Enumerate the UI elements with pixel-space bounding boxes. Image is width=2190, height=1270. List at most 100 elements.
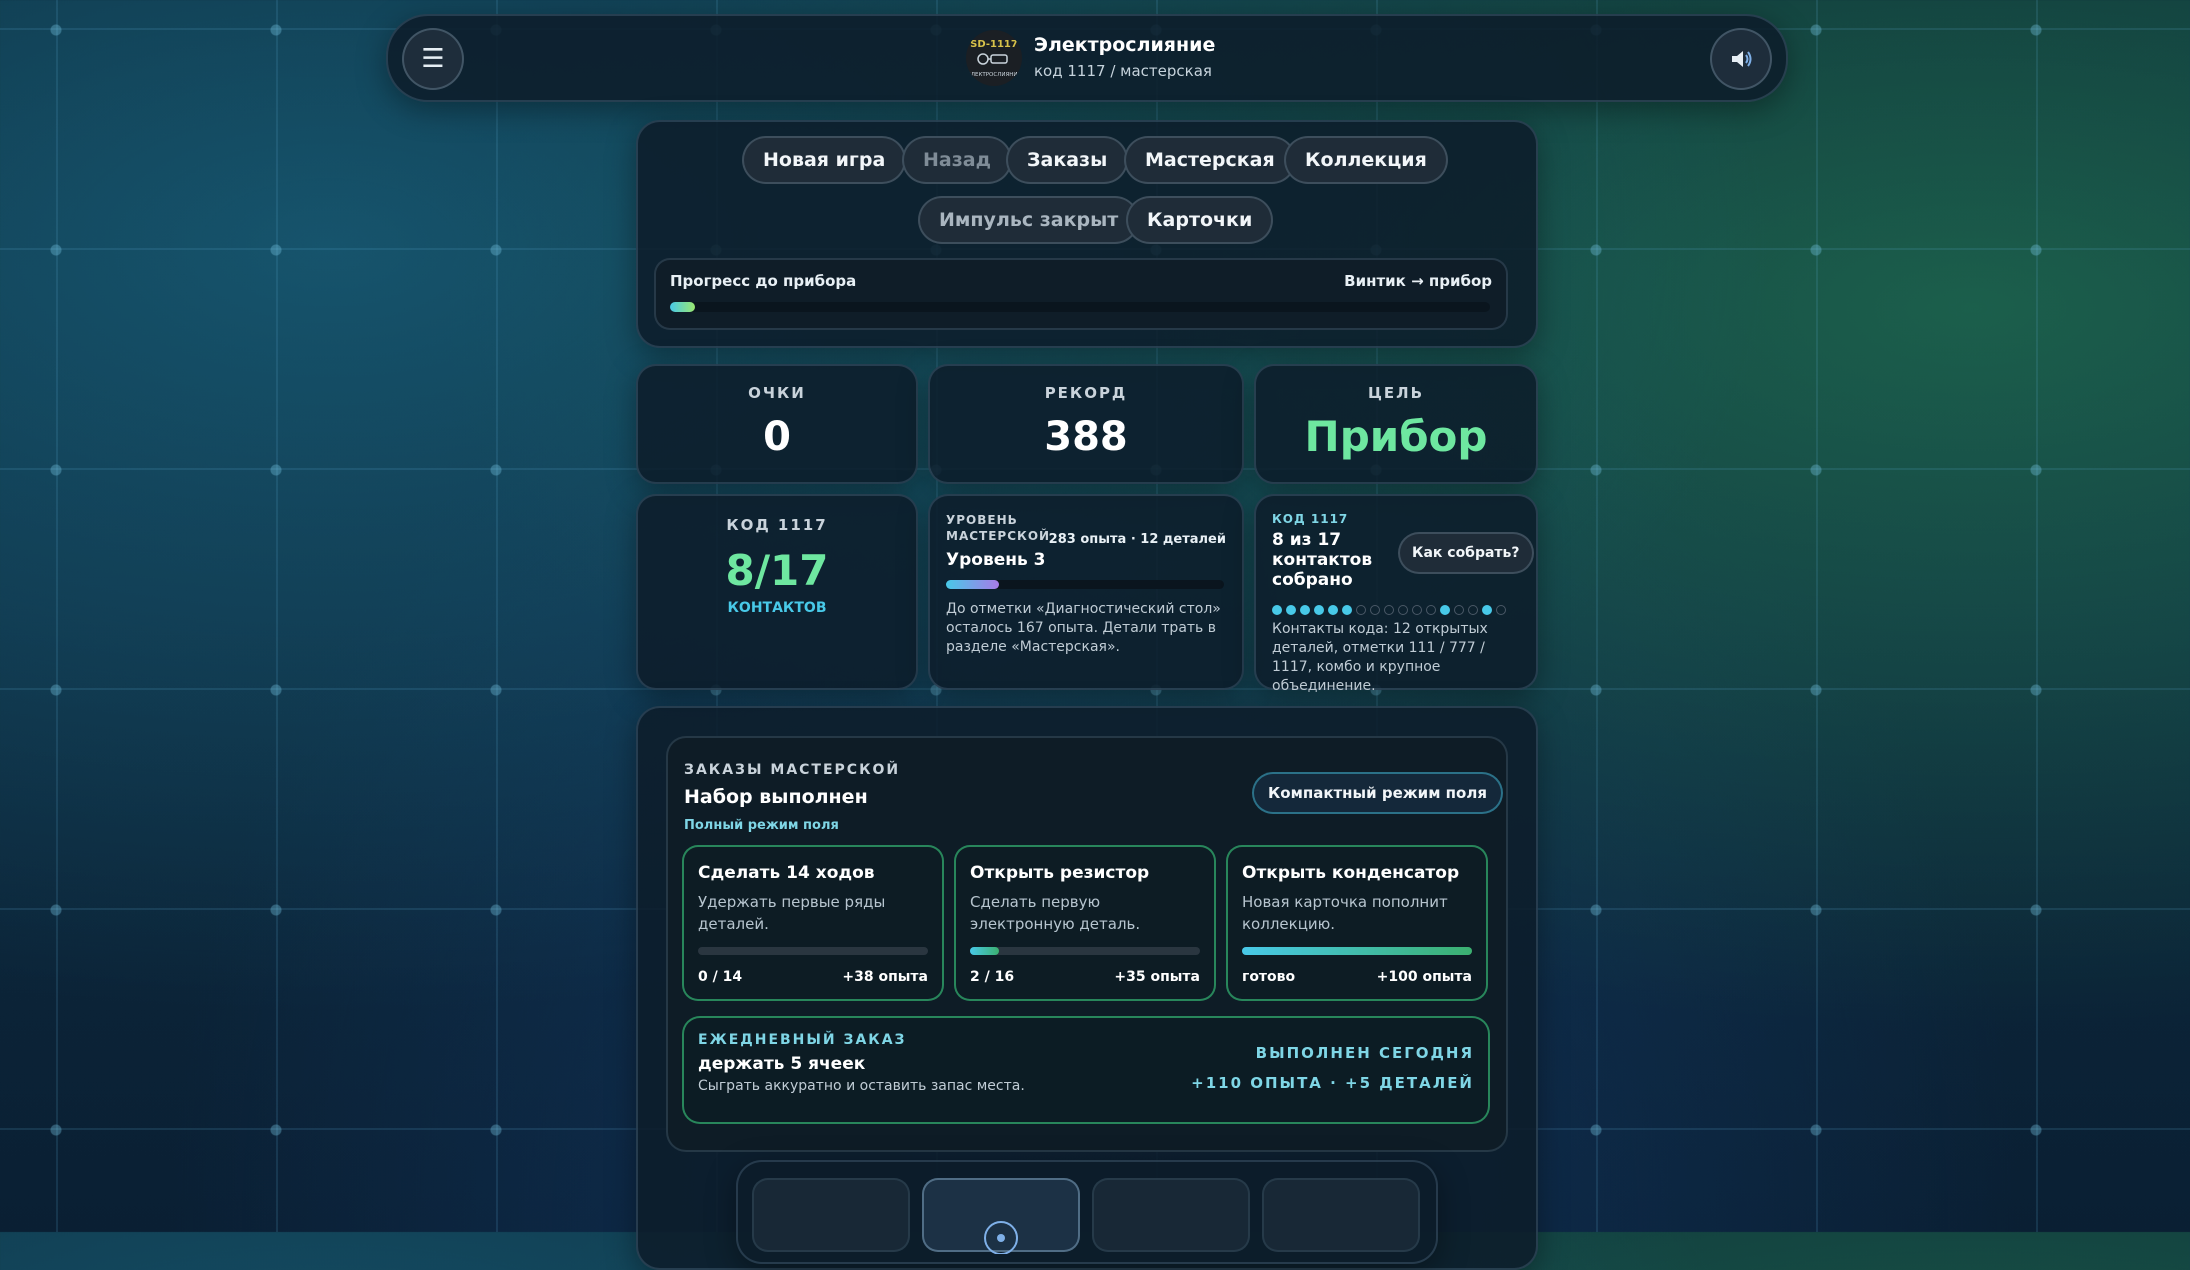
logo-text-bottom: ЭЛЕКТРОСЛИЯНИЕ [967, 72, 1022, 78]
level-label-line2: МАСТЕРСКОЙ [946, 529, 1051, 543]
contact-dot-empty [1496, 605, 1506, 615]
contact-dot-filled [1328, 605, 1338, 615]
order-track [970, 947, 1200, 955]
order-progress: 2 / 16 [970, 969, 1015, 985]
level-track [946, 580, 1224, 589]
order-fill [1242, 947, 1472, 955]
board-cell[interactable] [1092, 1178, 1250, 1252]
cards-button[interactable]: Карточки [1126, 196, 1274, 244]
mode-note: Полный режим поля [684, 818, 839, 833]
level-label: УРОВЕНЬ МАСТЕРСКОЙ [946, 512, 1050, 544]
daily-desc: Сыграть аккуратно и оставить запас места… [698, 1078, 1025, 1094]
order-progress: 0 / 14 [698, 969, 743, 985]
goal-label: ЦЕЛЬ [1367, 384, 1425, 402]
menu-button[interactable]: ☰ [402, 28, 464, 90]
record-label: РЕКОРД [1044, 384, 1128, 402]
contact-dots [1272, 600, 1532, 615]
contact-dot-empty [1426, 605, 1436, 615]
back-button[interactable]: Назад [902, 136, 1012, 184]
order-card-3: Открыть конденсатор Новая карточка попол… [1226, 845, 1488, 1001]
progress-right-label: Винтик → прибор [1344, 272, 1492, 290]
code-label: КОД 1117 [726, 516, 828, 534]
level-meta: 283 опыта · 12 деталей [1048, 532, 1226, 547]
order-title: Открыть конденсатор [1242, 863, 1460, 883]
orders-label: ЗАКАЗЫ МАСТЕРСКОЙ [684, 762, 901, 778]
sound-button[interactable] [1710, 28, 1772, 90]
app-header: ☰ SD-1117 ЭЛЕКТРОСЛИЯНИЕ Электрослияние … [386, 14, 1788, 102]
compact-mode-button[interactable]: Компактный режим поля [1252, 772, 1503, 814]
nav-panel: Новая игра Назад Заказы Мастерская Колле… [636, 120, 1538, 348]
contact-dot-empty [1468, 605, 1478, 615]
app-title: Электрослияние [1034, 34, 1216, 56]
orders-title: Набор выполнен [684, 786, 868, 808]
order-desc: Удержать первые ряды деталей. [698, 893, 886, 933]
progress-label: Прогресс до прибора [670, 272, 857, 290]
order-desc: Новая карточка пополнит коллекцию. [1242, 893, 1448, 933]
gear-icon [984, 1221, 1018, 1254]
new-game-button[interactable]: Новая игра [742, 136, 907, 184]
score-card: ОЧКИ 0 [636, 364, 918, 484]
contacts-note: Контакты кода: 12 открытых деталей, отме… [1272, 621, 1488, 694]
order-reward: +35 опыта [1114, 969, 1200, 985]
orders-button[interactable]: Заказы [1006, 136, 1129, 184]
board-cell[interactable] [752, 1178, 910, 1252]
daily-order: ЕЖЕДНЕВНЫЙ ЗАКАЗ держать 5 ячеек Сыграть… [682, 1016, 1490, 1124]
daily-reward: +110 ОПЫТА · +5 ДЕТАЛЕЙ [1191, 1074, 1474, 1092]
how-to-collect-button[interactable]: Как собрать? [1398, 532, 1534, 574]
contact-dot-empty [1356, 605, 1366, 615]
impulse-button[interactable]: Импульс закрыт [918, 196, 1140, 244]
contact-dot-filled [1342, 605, 1352, 615]
order-track [698, 947, 928, 955]
daily-status: ВЫПОЛНЕН СЕГОДНЯ [1255, 1044, 1474, 1062]
contact-dot-filled [1300, 605, 1310, 615]
code-value: 8/17 [725, 546, 829, 595]
contact-dot-filled [1314, 605, 1324, 615]
order-reward: +100 опыта [1376, 969, 1472, 985]
contacts-status: 8 из 17 контактов собрано [1272, 530, 1373, 590]
level-note: До отметки «Диагностический стол» остало… [946, 601, 1221, 655]
speaker-icon [1732, 51, 1752, 67]
workshop-button[interactable]: Мастерская [1124, 136, 1296, 184]
progress-fill [670, 302, 695, 312]
progress-box: Прогресс до прибора Винтик → прибор [654, 258, 1508, 330]
score-label: ОЧКИ [748, 384, 806, 402]
order-card-2: Открыть резистор Сделать первую электрон… [954, 845, 1216, 1001]
order-card-1: Сделать 14 ходов Удержать первые ряды де… [682, 845, 944, 1001]
progress-track [670, 302, 1490, 312]
order-title: Открыть резистор [970, 863, 1150, 883]
level-title: Уровень 3 [946, 550, 1046, 570]
order-progress: готово [1242, 969, 1296, 985]
collection-button[interactable]: Коллекция [1284, 136, 1448, 184]
order-title: Сделать 14 ходов [698, 863, 875, 883]
contact-dot-empty [1412, 605, 1422, 615]
logo-text-top: SD-1117 [970, 39, 1018, 50]
contact-dot-empty [1398, 605, 1408, 615]
goal-value: Прибор [1304, 412, 1488, 461]
contact-dot-filled [1272, 605, 1282, 615]
hamburger-icon: ☰ [421, 44, 445, 74]
daily-title: держать 5 ячеек [698, 1054, 866, 1074]
board-cell-active[interactable] [922, 1178, 1080, 1254]
order-desc: Сделать первую электронную деталь. [970, 893, 1141, 933]
contact-dot-filled [1440, 605, 1450, 615]
contact-dot-filled [1286, 605, 1296, 615]
order-track [1242, 947, 1472, 955]
app-subtitle: код 1117 / мастерская [1034, 62, 1212, 80]
contacts-card: КОД 1117 8 из 17 контактов собрано Как с… [1254, 494, 1538, 694]
app-logo: SD-1117 ЭЛЕКТРОСЛИЯНИЕ [966, 30, 1022, 86]
code-sub: КОНТАКТОВ [727, 600, 827, 616]
order-reward: +38 опыта [842, 969, 928, 985]
level-label-line1: УРОВЕНЬ [946, 513, 1018, 527]
record-card: РЕКОРД 388 [928, 364, 1244, 484]
goal-card: ЦЕЛЬ Прибор [1254, 364, 1538, 484]
contacts-label: КОД 1117 [1272, 512, 1349, 526]
score-value: 0 [763, 414, 791, 460]
level-card: УРОВЕНЬ МАСТЕРСКОЙ 283 опыта · 12 детале… [928, 494, 1244, 690]
record-value: 388 [1044, 414, 1128, 460]
level-fill [946, 580, 999, 589]
board-cell[interactable] [1262, 1178, 1420, 1252]
contact-dot-empty [1370, 605, 1380, 615]
contact-dot-empty [1454, 605, 1464, 615]
code-card: КОД 1117 8/17 КОНТАКТОВ [636, 494, 918, 690]
contact-dot-filled [1482, 605, 1492, 615]
